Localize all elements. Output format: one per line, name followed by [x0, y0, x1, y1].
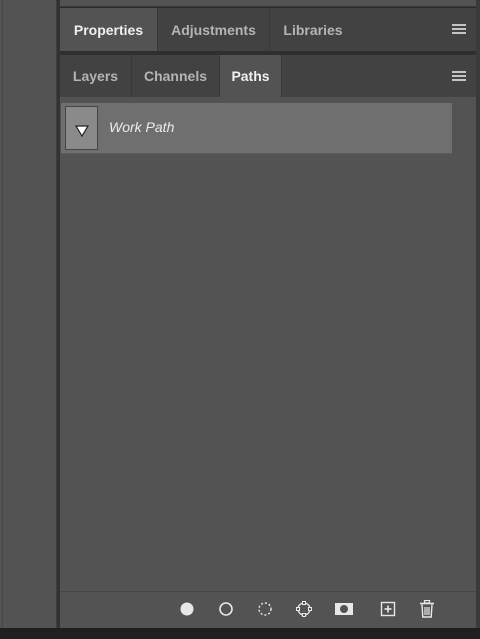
- make-work-path-icon[interactable]: [294, 599, 314, 619]
- path-triangle-icon: [75, 125, 89, 137]
- status-edge: [0, 628, 480, 639]
- paths-bottom-bar: [60, 591, 476, 628]
- create-new-path-icon[interactable]: [378, 599, 398, 619]
- panel-menu-icon[interactable]: [452, 71, 468, 83]
- tab-channels[interactable]: Channels: [132, 55, 220, 97]
- tab-adjustments[interactable]: Adjustments: [158, 8, 270, 51]
- tab-layers[interactable]: Layers: [60, 55, 132, 97]
- delete-path-icon[interactable]: [417, 599, 437, 619]
- workspace: Properties Adjustments Libraries Layers …: [0, 0, 480, 639]
- tab-properties[interactable]: Properties: [60, 8, 158, 51]
- panel-right-edge: [476, 0, 480, 628]
- tab-paths[interactable]: Paths: [220, 55, 282, 97]
- add-mask-icon[interactable]: [334, 599, 354, 619]
- fill-path-icon[interactable]: [177, 599, 197, 619]
- properties-tab-bar: Properties Adjustments Libraries: [60, 8, 476, 52]
- tab-libraries[interactable]: Libraries: [270, 8, 356, 51]
- load-as-selection-icon[interactable]: [255, 599, 275, 619]
- path-name[interactable]: Work Path: [109, 119, 174, 135]
- panel-menu-icon[interactable]: [452, 24, 468, 36]
- tools-panel-edge: [0, 0, 57, 628]
- stroke-path-icon[interactable]: [216, 599, 236, 619]
- path-thumbnail: [65, 106, 98, 150]
- collapsed-panel-edge: [60, 0, 476, 7]
- paths-panel: Work Path: [60, 97, 476, 591]
- layers-tab-bar: Layers Channels Paths: [60, 55, 476, 98]
- path-row-work-path[interactable]: Work Path: [61, 103, 452, 154]
